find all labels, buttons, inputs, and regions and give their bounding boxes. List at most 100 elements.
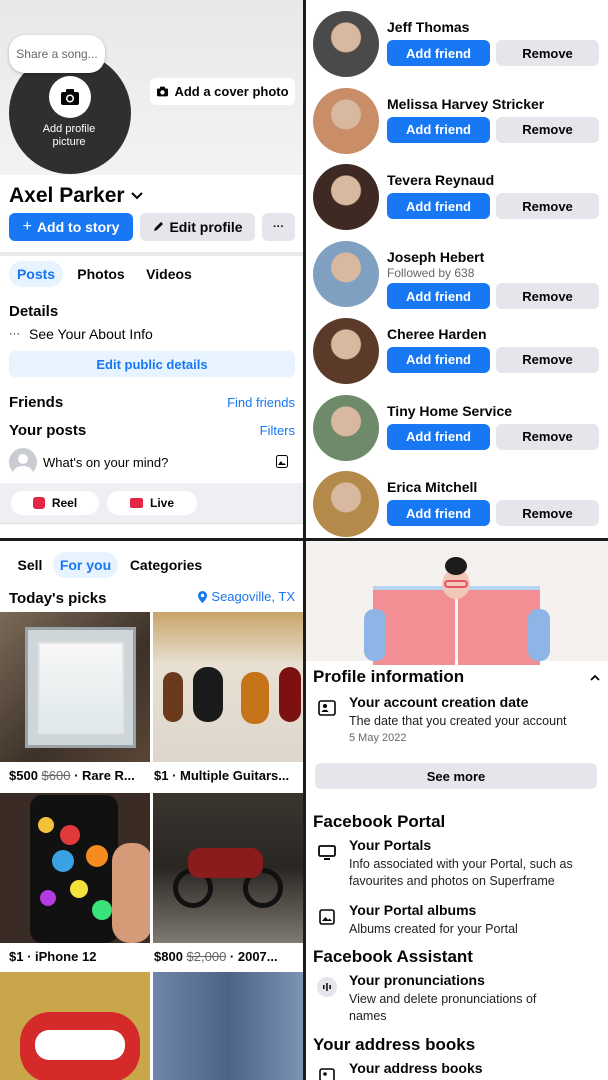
listing-tile[interactable] xyxy=(153,972,303,1080)
remove-button[interactable]: Remove xyxy=(496,423,599,450)
composer-avatar[interactable] xyxy=(9,448,37,476)
reader-hair xyxy=(445,557,467,575)
remove-button[interactable]: Remove xyxy=(496,346,599,373)
add-friend-button[interactable]: Add friend xyxy=(387,283,490,310)
composer-input[interactable]: What's on your mind? xyxy=(43,455,168,470)
listing-image xyxy=(0,612,150,762)
remove-button[interactable]: Remove xyxy=(496,283,599,310)
add-profile-picture-label[interactable]: Add profile picture xyxy=(35,123,103,149)
chevron-down-icon xyxy=(130,192,143,200)
about-info-row[interactable]: ··· See Your About Info xyxy=(9,326,153,342)
reader-hand xyxy=(528,609,550,661)
person-avatar[interactable] xyxy=(313,471,379,538)
add-friend-button[interactable]: Add friend xyxy=(387,116,490,143)
profile-info-section-header[interactable]: Profile information xyxy=(313,667,600,687)
tab-posts-label: Posts xyxy=(16,266,56,282)
live-button[interactable]: Live xyxy=(107,491,197,515)
person-name[interactable]: Jeff Thomas xyxy=(387,19,469,35)
audio-wave-bg xyxy=(317,977,337,997)
chevron-up-icon xyxy=(590,674,600,681)
listing-tile[interactable]: $500 $600 · Rare R... xyxy=(0,612,150,790)
listing-tile[interactable] xyxy=(0,972,150,1080)
tab-sell-label: Sell xyxy=(17,557,43,573)
person-avatar[interactable] xyxy=(313,164,379,231)
add-friend-button[interactable]: Add friend xyxy=(387,40,490,66)
share-song-text: Share a song... xyxy=(16,47,98,61)
tab-photos-label: Photos xyxy=(77,266,125,282)
person-avatar[interactable] xyxy=(313,317,379,384)
listing-old-price: $600 xyxy=(41,768,71,783)
filters-link[interactable]: Filters xyxy=(260,423,295,438)
account-creation-title[interactable]: Your account creation date xyxy=(349,694,528,710)
edit-profile-button[interactable]: Edit profile xyxy=(140,213,255,241)
listing-image xyxy=(153,793,303,943)
address-books-title[interactable]: Your address books xyxy=(349,1060,483,1076)
tab-for-you[interactable]: For you xyxy=(53,552,118,578)
avatar-head xyxy=(18,454,28,464)
person-name[interactable]: Tevera Reynaud xyxy=(387,172,494,188)
your-portals-desc: Info associated with your Portal, such a… xyxy=(349,857,573,888)
tab-photos[interactable]: Photos xyxy=(74,261,128,287)
add-cover-photo-label: Add a cover photo xyxy=(174,84,289,99)
person-avatar[interactable] xyxy=(313,11,379,77)
phone-shape xyxy=(30,795,118,943)
remove-button[interactable]: Remove xyxy=(496,193,599,220)
hand-shape xyxy=(112,843,150,943)
your-portals-title[interactable]: Your Portals xyxy=(349,837,431,853)
fridge-shape xyxy=(25,627,136,748)
tab-categories[interactable]: Categories xyxy=(126,552,206,578)
listing-tile[interactable]: $800 $2,000 · 2007... xyxy=(153,793,303,971)
pronunciations-title[interactable]: Your pronunciations xyxy=(349,972,485,988)
person-avatar[interactable] xyxy=(313,394,379,461)
listing-image xyxy=(0,793,150,943)
tab-categories-label: Categories xyxy=(129,557,203,573)
listing-image xyxy=(153,972,303,1080)
person-avatar[interactable] xyxy=(313,241,379,308)
guitar-shape xyxy=(279,667,301,722)
remove-button[interactable]: Remove xyxy=(496,500,599,527)
tab-videos[interactable]: Videos xyxy=(141,261,197,287)
more-options-button[interactable]: ··· xyxy=(262,213,295,241)
person-name[interactable]: Joseph Hebert xyxy=(387,249,484,265)
listing-caption: $800 $2,000 · 2007... xyxy=(154,949,278,964)
listing-tile[interactable]: $1 · iPhone 12 xyxy=(0,793,150,971)
account-creation-date: 5 May 2022 xyxy=(349,732,407,744)
profile-name[interactable]: Axel Parker xyxy=(9,184,143,208)
share-song-bubble[interactable]: Share a song... xyxy=(9,35,105,73)
add-to-story-button[interactable]: + Add to story xyxy=(9,213,133,241)
see-more-button[interactable]: See more xyxy=(315,763,597,789)
more-dots: ··· xyxy=(273,221,284,233)
camera-button[interactable] xyxy=(49,76,91,118)
phone-dot xyxy=(40,890,56,906)
profile-info-heading: Profile information xyxy=(313,667,465,686)
person-name[interactable]: Erica Mitchell xyxy=(387,479,477,495)
photo-icon[interactable] xyxy=(276,455,288,468)
add-friend-button[interactable]: Add friend xyxy=(387,193,490,220)
portal-albums-title[interactable]: Your Portal albums xyxy=(349,902,476,918)
edit-profile-label: Edit profile xyxy=(169,219,243,235)
listing-tile[interactable]: $1 · Multiple Guitars... xyxy=(153,612,303,790)
listing-title: · iPhone 12 xyxy=(23,949,97,964)
add-friend-button[interactable]: Add friend xyxy=(387,500,490,527)
listing-old-price: $2,000 xyxy=(186,949,227,964)
edit-public-details-button[interactable]: Edit public details xyxy=(9,351,295,377)
add-friend-button[interactable]: Add friend xyxy=(387,346,490,373)
tab-posts[interactable]: Posts xyxy=(9,261,63,287)
person-name[interactable]: Melissa Harvey Stricker xyxy=(387,96,544,112)
tab-sell[interactable]: Sell xyxy=(10,552,50,578)
person-name[interactable]: Tiny Home Service xyxy=(387,403,512,419)
reel-button[interactable]: Reel xyxy=(11,491,99,515)
find-friends-link[interactable]: Find friends xyxy=(227,395,295,410)
remove-button[interactable]: Remove xyxy=(496,40,599,66)
add-friend-button[interactable]: Add friend xyxy=(387,423,490,450)
person-name[interactable]: Cheree Harden xyxy=(387,326,487,342)
friend-suggestions-panel: Jeff Thomas Add friend Remove Melissa Harve… xyxy=(306,0,608,538)
album-icon xyxy=(317,907,337,927)
phone-dot xyxy=(52,850,74,872)
person-avatar[interactable] xyxy=(313,87,379,154)
edit-public-details-label: Edit public details xyxy=(96,356,208,372)
remove-button[interactable]: Remove xyxy=(496,116,599,143)
location-button[interactable]: Seagoville, TX xyxy=(198,589,295,604)
address-book-icon xyxy=(317,1065,337,1080)
add-cover-photo-button[interactable]: Add a cover photo xyxy=(150,78,295,105)
